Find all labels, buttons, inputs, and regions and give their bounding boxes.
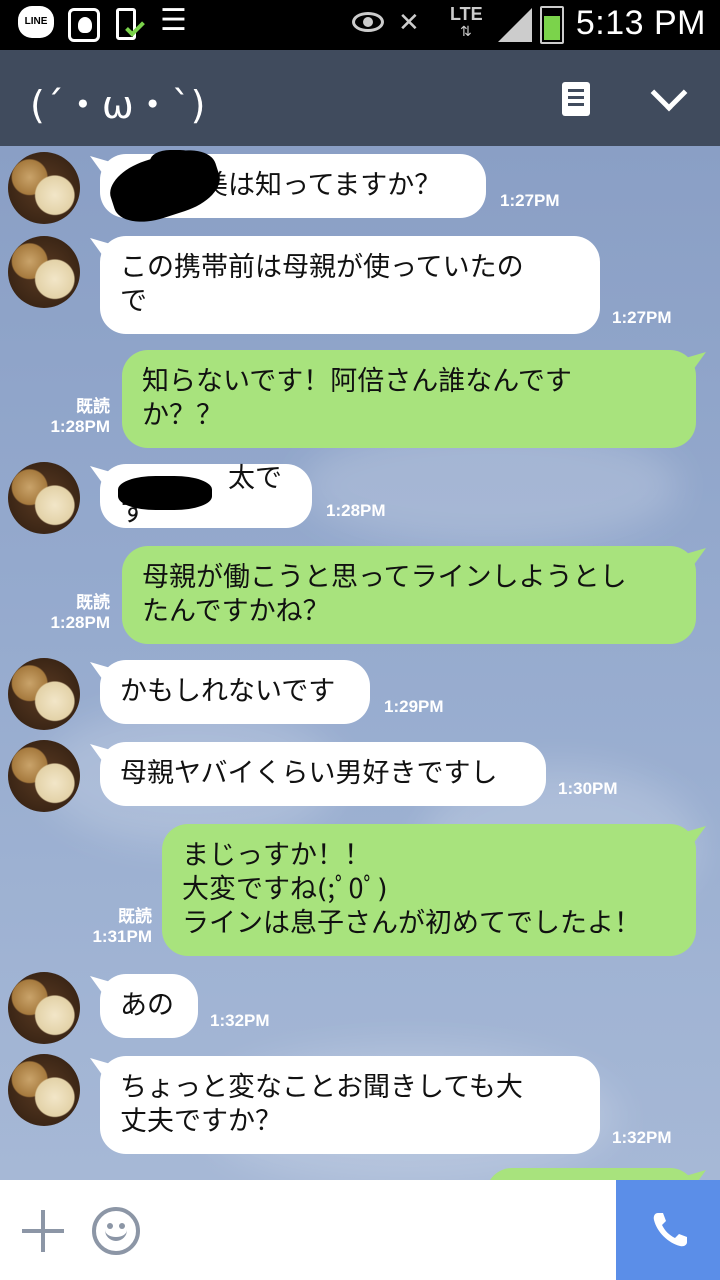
message-time: 1:27PM	[612, 308, 672, 327]
chevron-down-icon[interactable]	[650, 74, 688, 112]
read-receipt: 既読 1:28PM	[36, 392, 110, 437]
note-icon[interactable]	[562, 82, 590, 116]
status-bar: LINE ☰ ✕ LTE ⇅ 5:13 PM	[0, 0, 720, 50]
lte-label: LTE	[450, 4, 483, 24]
signal-icon	[498, 8, 532, 42]
input-bar	[0, 1180, 720, 1280]
message-bubble[interactable]: ちょっと変なことお聞きしても大 丈夫ですか？	[100, 1056, 600, 1154]
avatar[interactable]	[8, 972, 80, 1044]
read-receipt: 既読 1:31PM	[78, 902, 152, 947]
avatar[interactable]	[8, 1054, 80, 1126]
notification-face-icon	[68, 8, 100, 42]
battery-icon	[540, 6, 564, 44]
wifi-icon: ☰	[160, 3, 187, 38]
message-bubble[interactable]: まじっすか！！ 大変ですね(;ﾟ0ﾟ) ラインは息子さんが初めてでしたよ！	[162, 824, 696, 956]
message-text: で	[120, 286, 147, 317]
avatar[interactable]	[8, 462, 80, 534]
avatar[interactable]	[8, 152, 80, 224]
redaction-mark	[150, 150, 200, 178]
clock: 5:13 PM	[575, 4, 706, 42]
message-text: 大変ですね(;ﾟ0ﾟ)	[182, 874, 388, 905]
message-time: 1:29PM	[384, 697, 444, 716]
chat-area[interactable]: 美は知ってますか？ 1:27PM この携帯前は母親が使っていたの で 1:27P…	[0, 146, 720, 1180]
message-text: ラインは息子さんが初めてでしたよ！	[182, 908, 641, 939]
message-bubble[interactable]: この携帯前は母親が使っていたの で	[100, 236, 600, 334]
message-time: 1:28PM	[326, 501, 386, 520]
line-app-icon: LINE	[18, 6, 54, 38]
message-text: 母親ヤバイくらい男好きですし	[120, 758, 498, 789]
read-label: 既読	[76, 397, 110, 417]
message-time: 1:27PM	[500, 191, 560, 210]
chat-header: (´・ω・`)	[0, 50, 720, 146]
plus-icon[interactable]	[22, 1210, 64, 1252]
message-text: かもしれないです	[120, 676, 336, 707]
message-text: 丈夫ですか？	[120, 1106, 282, 1137]
message-bubble[interactable]: 母親ヤバイくらい男好きですし	[100, 742, 546, 806]
message-text: 母親が働こうと思ってラインしようとし	[142, 562, 627, 593]
message-time: 1:32PM	[210, 1011, 270, 1030]
call-button[interactable]	[616, 1180, 720, 1280]
message-bubble-partial[interactable]	[486, 1168, 696, 1180]
message-bubble[interactable]: 母親が働こうと思ってラインしようとし たんですかね？	[122, 546, 696, 644]
avatar[interactable]	[8, 658, 80, 730]
message-time: 1:28PM	[50, 613, 110, 632]
message-bubble[interactable]: かもしれないです	[100, 660, 370, 724]
message-text: ちょっと変なことお聞きしても大	[120, 1072, 523, 1103]
avatar[interactable]	[8, 740, 80, 812]
smile-icon[interactable]	[92, 1207, 140, 1255]
chat-title: (´・ω・`)	[30, 83, 206, 127]
redaction-mark	[118, 476, 212, 510]
avatar[interactable]	[8, 236, 80, 308]
eye-icon	[352, 12, 384, 32]
message-text: この携帯前は母親が使っていたの	[120, 252, 524, 283]
data-arrows-icon: ⇅	[460, 24, 472, 40]
message-text: 知らないです！阿倍さん誰なんです	[142, 366, 572, 397]
message-text: まじっすか！！	[182, 840, 371, 871]
message-time: 1:28PM	[50, 417, 110, 436]
message-text: たんですかね？	[142, 596, 330, 627]
message-text: あの	[120, 990, 174, 1021]
read-receipt: 既読 1:28PM	[36, 588, 110, 633]
message-time: 1:32PM	[612, 1128, 672, 1147]
message-bubble[interactable]: あの	[100, 974, 198, 1038]
message-bubble[interactable]: 知らないです！阿倍さん誰なんです か？？	[122, 350, 696, 448]
phone-icon	[653, 1213, 687, 1247]
read-label: 既読	[118, 907, 152, 927]
mute-icon: ✕	[398, 8, 420, 38]
read-label: 既読	[76, 593, 110, 613]
message-time: 1:31PM	[92, 927, 152, 946]
message-text: か？？	[142, 400, 223, 431]
message-time: 1:30PM	[558, 779, 618, 798]
